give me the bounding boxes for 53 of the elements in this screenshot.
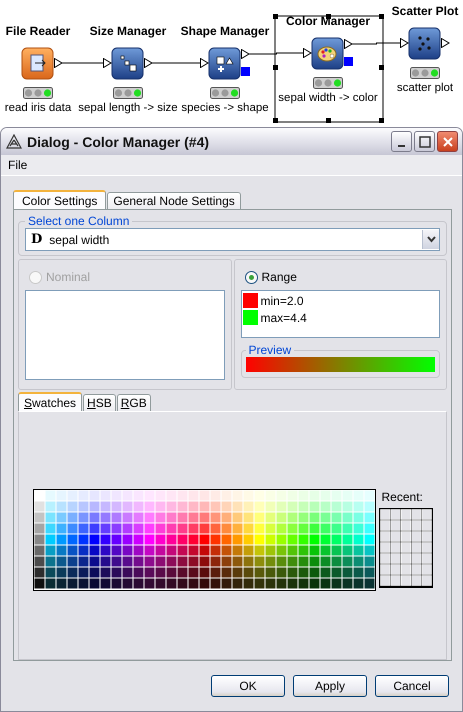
tab[interactable]: Color Settings [13,190,106,209]
minimize-icon [398,144,405,146]
plot-node-icon[interactable] [408,27,442,60]
group-title: Select one Column [27,214,130,228]
tab[interactable]: Swatches [18,392,82,411]
app-icon [6,134,22,150]
maximize-button[interactable] [414,131,435,152]
minimize-button[interactable] [391,131,412,152]
color-swatch[interactable] [242,293,258,308]
range-value: max=4.4 [260,310,307,324]
dialog-button[interactable]: OK [211,675,285,697]
tab[interactable]: General Node Settings [107,192,241,209]
node-title: File Reader [6,24,70,38]
range-value: min=2.0 [260,294,304,308]
color-node-icon[interactable] [311,37,345,70]
connection-line [248,52,304,54]
tab[interactable]: RGB [116,394,151,411]
dialog-button[interactable]: Apply [293,675,367,697]
reader-node-icon[interactable] [21,47,55,80]
recent-swatch-grid[interactable] [378,508,432,588]
group-title: Preview [248,343,292,357]
recent-label: Recent: [380,490,423,504]
connection-line [352,42,402,44]
dialog-button[interactable]: Cancel [375,675,449,697]
window-title: Dialog - Color Manager (#4) [27,134,210,150]
nominal-list[interactable] [25,290,224,380]
node-label: species -> shape [181,102,269,114]
range-list[interactable]: min=2.0 max=4.4 [240,290,440,338]
node-title: Color Manager [286,14,370,28]
connection-line [62,62,104,64]
connection-line [152,62,202,64]
node-title: Scatter Plot [392,4,458,18]
node-label: sepal length -> size [78,102,178,114]
node-title: Size Manager [90,24,166,38]
shape-node-icon[interactable] [208,47,242,80]
type-label: D [31,232,42,247]
color-swatch-grid[interactable] [32,488,376,590]
close-icon [442,136,454,148]
menu-item[interactable]: File [5,158,30,172]
color-swatch[interactable] [242,310,258,325]
radio-label: Nominal [46,270,90,284]
node-label: scatter plot [396,82,454,94]
range-radio[interactable] [244,270,258,284]
node-title: Shape Manager [180,24,270,38]
node-label: sepal width -> color [278,92,378,104]
maximize-icon [418,136,430,148]
radio-label: Range [262,270,297,284]
dropdown-value: sepal width [49,232,110,246]
tab[interactable]: HSB [83,394,116,411]
column-dropdown[interactable]: D sepal width [25,228,440,251]
size-node-icon[interactable] [111,47,145,80]
node-label: read iris data [4,102,72,114]
close-button[interactable] [437,131,458,152]
